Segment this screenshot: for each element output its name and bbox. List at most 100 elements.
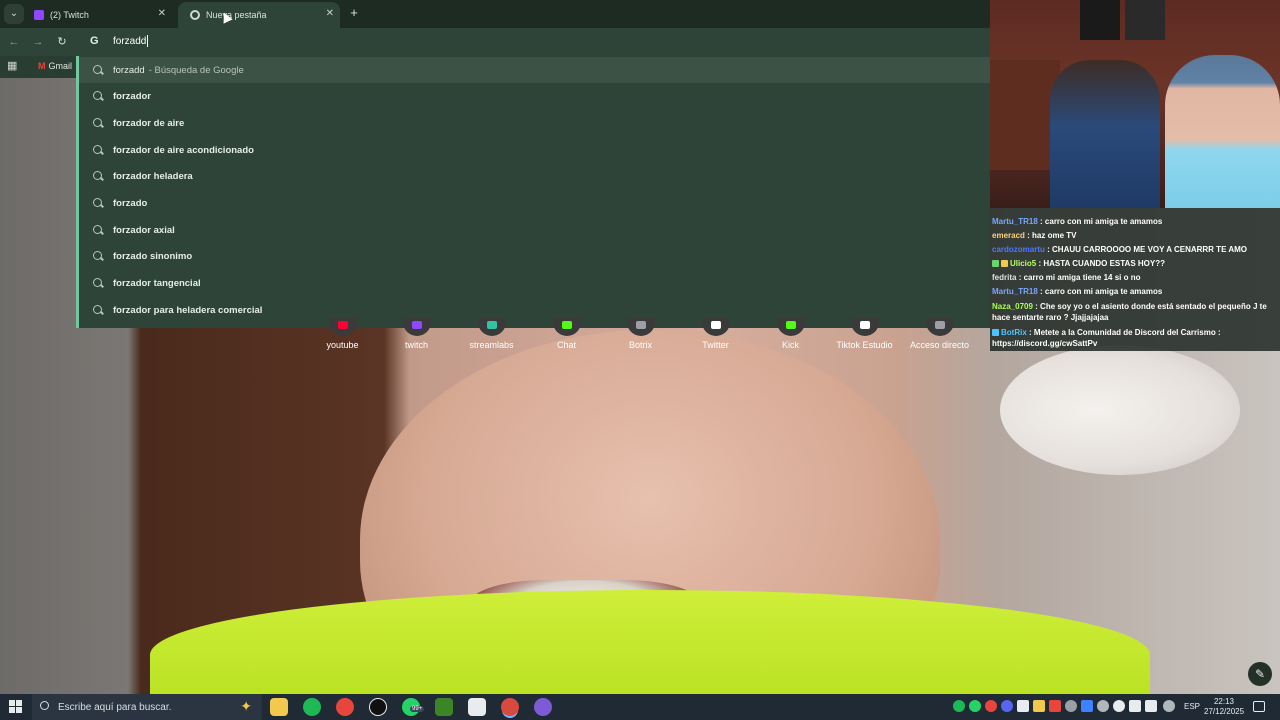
discord-tray-icon[interactable] [1001,700,1013,712]
bookmark-gmail[interactable]: M Gmail [38,61,72,71]
search-icon [93,251,102,260]
suggestion-item[interactable]: forzador de aire [79,110,990,136]
forward-button[interactable]: → [30,34,46,50]
obs-icon[interactable] [369,698,387,716]
bookmarks-bar: ▦ M Gmail [0,56,80,78]
omnibox-suggestions: forzadd - Búsqueda de Google forzador fo… [76,56,990,328]
person-left [1050,60,1160,208]
shortcut-add[interactable]: Acceso directo [902,318,977,350]
tray-icon[interactable] [1081,700,1093,712]
new-tab-button[interactable]: + [346,5,362,21]
hanging-jersey [1080,0,1120,40]
app-icon[interactable] [534,698,552,716]
windows-start-button[interactable] [9,700,23,714]
chat-overlay: Martu_TR18 : carro con mi amiga te amamo… [990,208,1280,351]
chat-message: cardozomartu : CHAUU CARROOOO ME VOY A C… [992,245,1247,254]
tray-icon[interactable] [985,700,997,712]
shortcut-twitch[interactable]: twitch [379,318,454,350]
clock-time: 22:13 [1213,697,1235,706]
chrome-active-icon[interactable] [501,698,519,716]
tray-icon[interactable] [1017,700,1029,712]
tray-icon[interactable] [1097,700,1109,712]
language-indicator[interactable]: ESP [1184,702,1200,711]
whatsapp-badge: 99+ [410,706,425,712]
minecraft-icon[interactable] [435,698,453,716]
webcam-overlay [990,0,1280,208]
search-icon [93,225,102,234]
clock-date: 27/12/2025 [1204,707,1245,716]
search-icon [93,145,102,154]
apps-grid-icon[interactable]: ▦ [7,60,19,72]
suggestion-search[interactable]: forzadd - Búsqueda de Google [79,57,990,83]
bot-badge-icon [992,329,999,337]
reload-button[interactable]: ↻ [54,34,70,50]
kick-icon [785,321,796,329]
search-icon [93,278,102,287]
suggestion-item[interactable]: forzador [79,83,990,109]
shortcut-chat[interactable]: Chat [529,318,604,350]
plus-icon [934,321,945,329]
clock[interactable]: 22:13 27/12/2025 [1204,697,1244,717]
youtube-icon [337,321,348,329]
suggestion-item[interactable]: forzador heladera [79,163,990,189]
badge-icon [1001,260,1008,268]
suggestion-item[interactable]: forzador axial [79,217,990,243]
tab-search-button[interactable]: ⌄ [4,4,24,24]
twitch-icon [411,321,422,329]
search-icon [93,171,102,180]
hanging-jersey [1125,0,1165,40]
back-button[interactable]: ← [6,34,22,50]
chat-message: Ulicio5 : HASTA CUANDO ESTAS HOY?? [992,258,1278,269]
suggestion-item[interactable]: forzador tangencial [79,270,990,296]
tab-twitch[interactable]: (2) Twitch ✕ [22,2,172,28]
shortcuts-row: youtube twitch streamlabs Chat Botrix Tw… [305,318,985,368]
chat-message: fedrita : carro mi amiga tiene 14 si o n… [992,273,1141,282]
shortcut-kick[interactable]: Kick [753,318,828,350]
close-icon[interactable]: ✕ [326,8,334,19]
taskbar: Escribe aquí para buscar. ✦ 99+ ESP 22:1… [0,694,1280,720]
address-input[interactable]: forzadd [113,34,149,50]
gmail-icon: M [38,61,46,71]
whatsapp-icon[interactable]: 99+ [402,698,425,716]
omnibox[interactable]: G forzadd [80,28,990,56]
suggestion-item[interactable]: forzado [79,190,990,216]
pen-icon[interactable] [1163,700,1175,712]
search-icon [93,65,102,74]
kick-icon [561,321,572,329]
tab-label: Nueva pestaña [206,10,267,20]
taskbar-search[interactable]: Escribe aquí para buscar. ✦ [32,694,262,720]
search-icon [93,305,102,314]
tab-label: (2) Twitch [50,10,89,20]
file-explorer-icon[interactable] [270,698,288,716]
volume-icon[interactable] [1145,700,1157,712]
calendar-icon[interactable] [468,698,486,716]
network-icon[interactable] [1129,700,1141,712]
screen: ⌄ (2) Twitch ✕ Nueva pestaña ✕ + ← → ↻ G… [0,0,1280,720]
steam-tray-icon[interactable] [1113,700,1125,712]
tray-icon[interactable] [1033,700,1045,712]
notifications-icon[interactable] [1253,701,1265,712]
streamlabs-icon [486,321,497,329]
shortcut-streamlabs[interactable]: streamlabs [454,318,529,350]
chrome-icon[interactable] [336,698,354,716]
whatsapp-tray-icon[interactable] [969,700,981,712]
suggestion-item[interactable]: forzado sinonimo [79,243,990,269]
chat-message: Martu_TR18 : carro con mi amiga te amamo… [992,287,1163,296]
tray-icon[interactable] [1049,700,1061,712]
close-icon[interactable]: ✕ [158,8,166,19]
shortcut-youtube[interactable]: youtube [305,318,380,350]
chat-message: BotRix : Metete a la Comunidad de Discor… [992,328,1221,348]
search-icon [93,91,102,100]
tab-new[interactable]: Nueva pestaña ✕ [178,2,340,28]
shortcut-tiktok-estudio[interactable]: Tiktok Estudio [827,318,902,350]
hat-pompom [1000,345,1240,475]
tab-strip: ⌄ (2) Twitch ✕ Nueva pestaña ✕ + [0,0,990,28]
tray-icon[interactable] [1065,700,1077,712]
twitch-icon [34,10,44,20]
spotify-icon[interactable] [303,698,321,716]
spotify-tray-icon[interactable] [953,700,965,712]
shortcut-botrix[interactable]: Botrix [603,318,678,350]
suggestion-item[interactable]: forzador de aire acondicionado [79,137,990,163]
shortcut-twitter[interactable]: Twitter [678,318,753,350]
customize-pencil-button[interactable]: ✎ [1248,662,1272,686]
